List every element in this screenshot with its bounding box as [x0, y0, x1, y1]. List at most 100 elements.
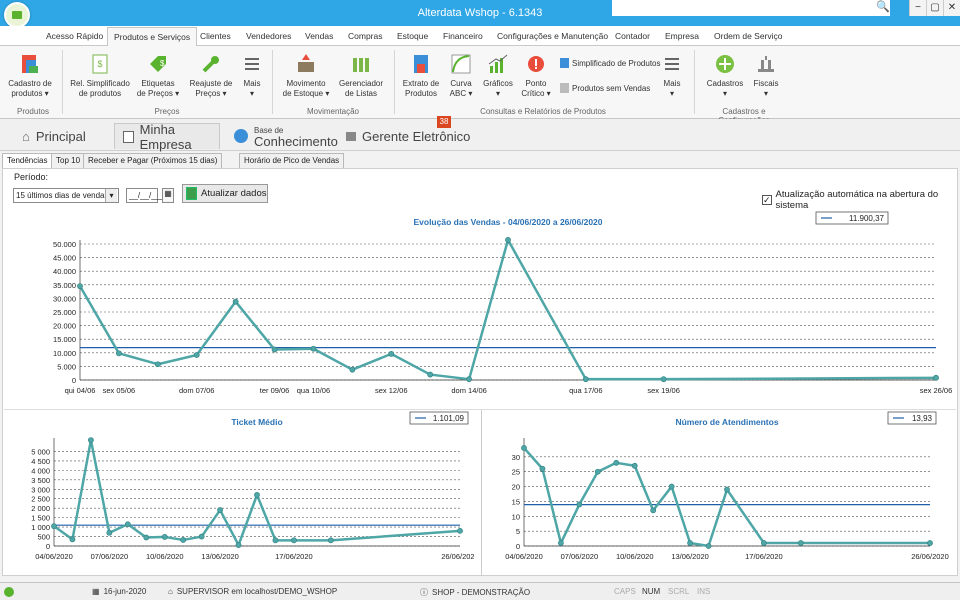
reajuste-button[interactable]: Reajuste de Preços ▾ [188, 52, 234, 99]
search-icon[interactable]: 🔍 [876, 0, 890, 13]
tab-financeiro[interactable]: Financeiro [443, 31, 483, 41]
tab-clientes[interactable]: Clientes [200, 31, 231, 41]
y-tick-label: 2 000 [31, 504, 50, 513]
x-tick-label: qua 17/06 [569, 386, 602, 395]
data-point [193, 352, 200, 358]
data-point [254, 492, 260, 498]
minimize-button[interactable]: − [909, 0, 926, 16]
refresh-icon [186, 187, 197, 200]
close-button[interactable]: ✕ [943, 0, 960, 16]
date-input[interactable]: __/__/____ [126, 188, 169, 203]
y-tick-label: 3 000 [31, 485, 50, 494]
nav-base-conhecimento[interactable]: Base de Conhecimento [226, 123, 346, 149]
data-point [505, 237, 511, 243]
y-tick-label: 40.000 [53, 267, 76, 276]
cadastro-produtos-button[interactable]: Cadastro de produtos ▾ [6, 52, 54, 99]
tab-vendedores[interactable]: Vendedores [246, 31, 291, 41]
periodo-select[interactable]: 15 últimos dias de vendas [13, 188, 119, 203]
tab-top10[interactable]: Top 10 [51, 153, 86, 169]
nav-principal[interactable]: ⌂ Principal [14, 123, 94, 149]
calendar-icon[interactable]: ▦ [162, 188, 174, 203]
y-tick-label: 3 500 [31, 476, 50, 485]
nav-minha-empresa[interactable]: Minha Empresa [114, 122, 220, 152]
simplificado-produtos-button[interactable]: Simplificado de Produtos [560, 58, 661, 68]
tab-produtos-servicos[interactable]: Produtos e Serviços [107, 27, 198, 47]
x-tick-label: 04/06/2020 [35, 552, 73, 561]
tab-contador[interactable]: Contador [615, 31, 650, 41]
movimento-estoque-button[interactable]: Movimento de Estoque ▾ [280, 52, 332, 99]
data-point [106, 529, 113, 536]
tab-estoque[interactable]: Estoque [397, 31, 428, 41]
y-tick-label: 0 [516, 542, 520, 551]
x-tick-label: 13/06/2020 [201, 552, 239, 561]
y-tick-label: 50.000 [53, 240, 76, 249]
tab-receber-pagar[interactable]: Receber e Pagar (Próximos 15 dias) [83, 153, 223, 169]
tab-vendas[interactable]: Vendas [305, 31, 333, 41]
menu-icon [665, 58, 679, 70]
chart-divider [4, 409, 956, 410]
y-tick-label: 20.000 [53, 322, 76, 331]
mais-precos-button[interactable]: Mais ▾ [240, 52, 264, 99]
tab-horario-pico[interactable]: Horário de Pico de Vendas [239, 153, 345, 169]
x-tick-label: ter 09/06 [260, 386, 290, 395]
cadastros-button[interactable]: Cadastros ▾ [704, 52, 746, 99]
search-input[interactable] [612, 0, 890, 16]
status-user-text: SUPERVISOR em localhost/DEMO_WSHOP [176, 587, 338, 596]
y-tick-label: 4 500 [31, 457, 50, 466]
gerenciador-listas-button[interactable]: Gerenciador de Listas [338, 52, 384, 99]
nav-gerente-eletronico[interactable]: Gerente Eletrônico [338, 123, 478, 149]
ponto-critico-button[interactable]: Ponto Crítico ▾ [518, 52, 554, 99]
mais-consultas-button[interactable]: Mais ▾ [660, 52, 684, 99]
graficos-button[interactable]: Gráficos ▾ [482, 52, 514, 99]
data-point [349, 366, 356, 373]
data-point [582, 376, 589, 383]
title-bar: Alterdata Wshop - 6.1343 🔍 − ▢ ✕ [0, 0, 960, 28]
curva-abc-button[interactable]: Curva ABC ▾ [446, 52, 476, 99]
data-point [650, 507, 657, 514]
tab-configuracoes[interactable]: Configurações e Manutenção [497, 31, 608, 41]
graficos-label: Gráficos ▾ [483, 79, 513, 98]
auto-update-label: Atualização automática na abertura do si… [775, 189, 939, 211]
chart-icon [488, 54, 508, 73]
x-tick-label: sex 05/06 [103, 386, 136, 395]
globe-icon [234, 129, 248, 143]
x-tick-label: 04/06/2020 [505, 552, 543, 561]
data-point [668, 483, 675, 490]
data-point [161, 534, 168, 540]
group-separator [694, 50, 695, 114]
y-tick-label: 30 [512, 453, 520, 462]
data-point [724, 486, 730, 493]
tab-tendencias[interactable]: Tendências [2, 153, 53, 169]
update-data-button[interactable]: Atualizar dados [182, 184, 268, 203]
svg-text:$: $ [160, 59, 165, 68]
extrato-produtos-label: Extrato de Produtos [402, 79, 440, 98]
small-report-icon [560, 58, 569, 68]
data-point [271, 346, 278, 353]
etiquetas-button[interactable]: $ Etiquetas de Preços ▾ [136, 52, 180, 99]
tab-acesso-rapido[interactable]: Acesso Rápido [46, 31, 103, 41]
tab-ordem-servico[interactable]: Ordem de Serviço [714, 31, 783, 41]
small-doc-icon [560, 83, 569, 93]
group-movimentacao: Movimentação [306, 107, 360, 116]
x-tick-label: qua 10/06 [297, 386, 330, 395]
data-point [235, 542, 242, 548]
x-tick-label: dom 14/06 [451, 386, 486, 395]
price-tag-icon: $ [150, 56, 166, 72]
y-tick-label: 25.000 [53, 308, 76, 317]
group-consultas: Consultas e Relatórios de Produtos [480, 107, 606, 116]
extrato-produtos-button[interactable]: Extrato de Produtos [400, 52, 442, 99]
tab-compras[interactable]: Compras [348, 31, 382, 41]
fiscais-button[interactable]: Fiscais ▾ [750, 52, 782, 99]
menu-icon [245, 58, 259, 70]
data-point [88, 437, 94, 444]
auto-update-checkbox[interactable]: ✓ Atualização automática na abertura do … [762, 189, 960, 211]
data-point [933, 374, 939, 381]
rel-simplificado-button[interactable]: $ Rel. Simplificado de produtos [70, 52, 130, 99]
produtos-sem-vendas-button[interactable]: Produtos sem Vendas [560, 83, 650, 93]
data-point [797, 540, 804, 546]
data-point [660, 376, 667, 383]
y-tick-label: 1 000 [31, 523, 50, 532]
status-arrow-icon [4, 587, 14, 597]
tab-empresa[interactable]: Empresa [665, 31, 699, 41]
maximize-button[interactable]: ▢ [926, 0, 943, 16]
